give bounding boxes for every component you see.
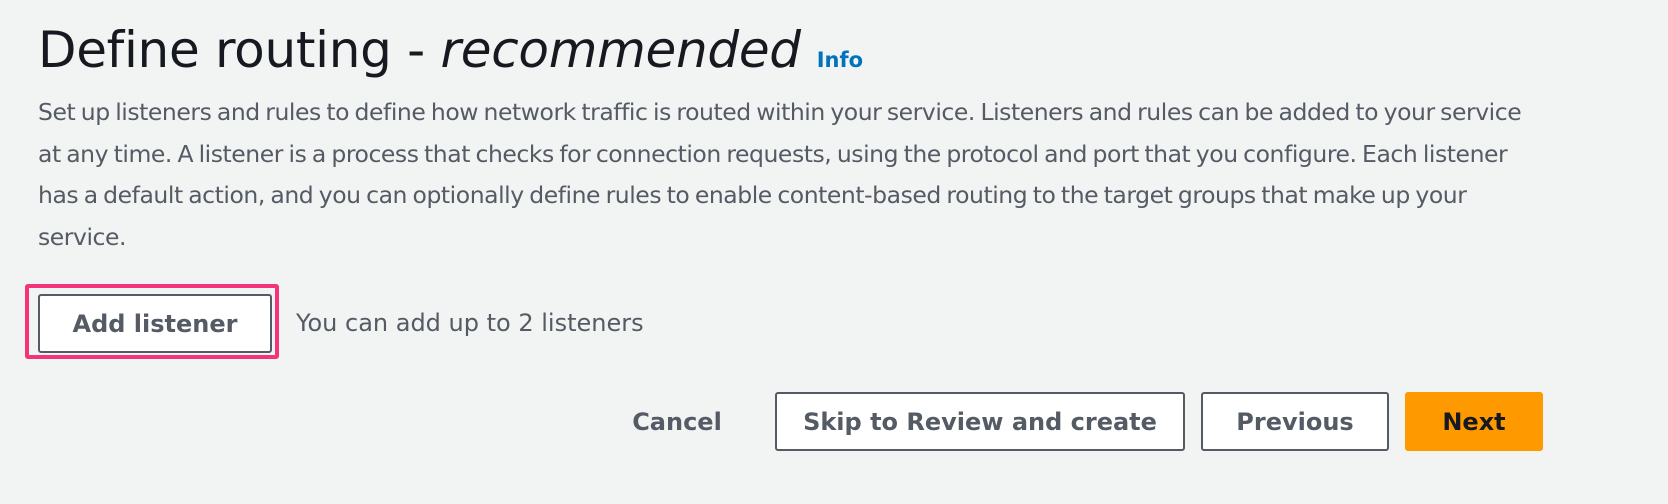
add-listener-button[interactable]: Add listener [38,294,272,353]
page-title: Define routing - recommended [38,18,801,82]
listener-limit-hint: You can add up to 2 listeners [296,309,644,337]
page-description: Set up listeners and rules to define how… [38,98,1522,251]
page-title-separator: - [391,21,441,79]
skip-to-review-button[interactable]: Skip to Review and create [775,392,1185,451]
page-title-emphasis: recommended [440,21,802,79]
cancel-button[interactable]: Cancel [612,392,742,451]
page-title-main: Define routing [38,21,392,79]
info-link[interactable]: Info [817,48,863,72]
next-button[interactable]: Next [1405,392,1543,451]
previous-button[interactable]: Previous [1201,392,1389,451]
page-header: Define routing - recommended Info [38,18,863,82]
